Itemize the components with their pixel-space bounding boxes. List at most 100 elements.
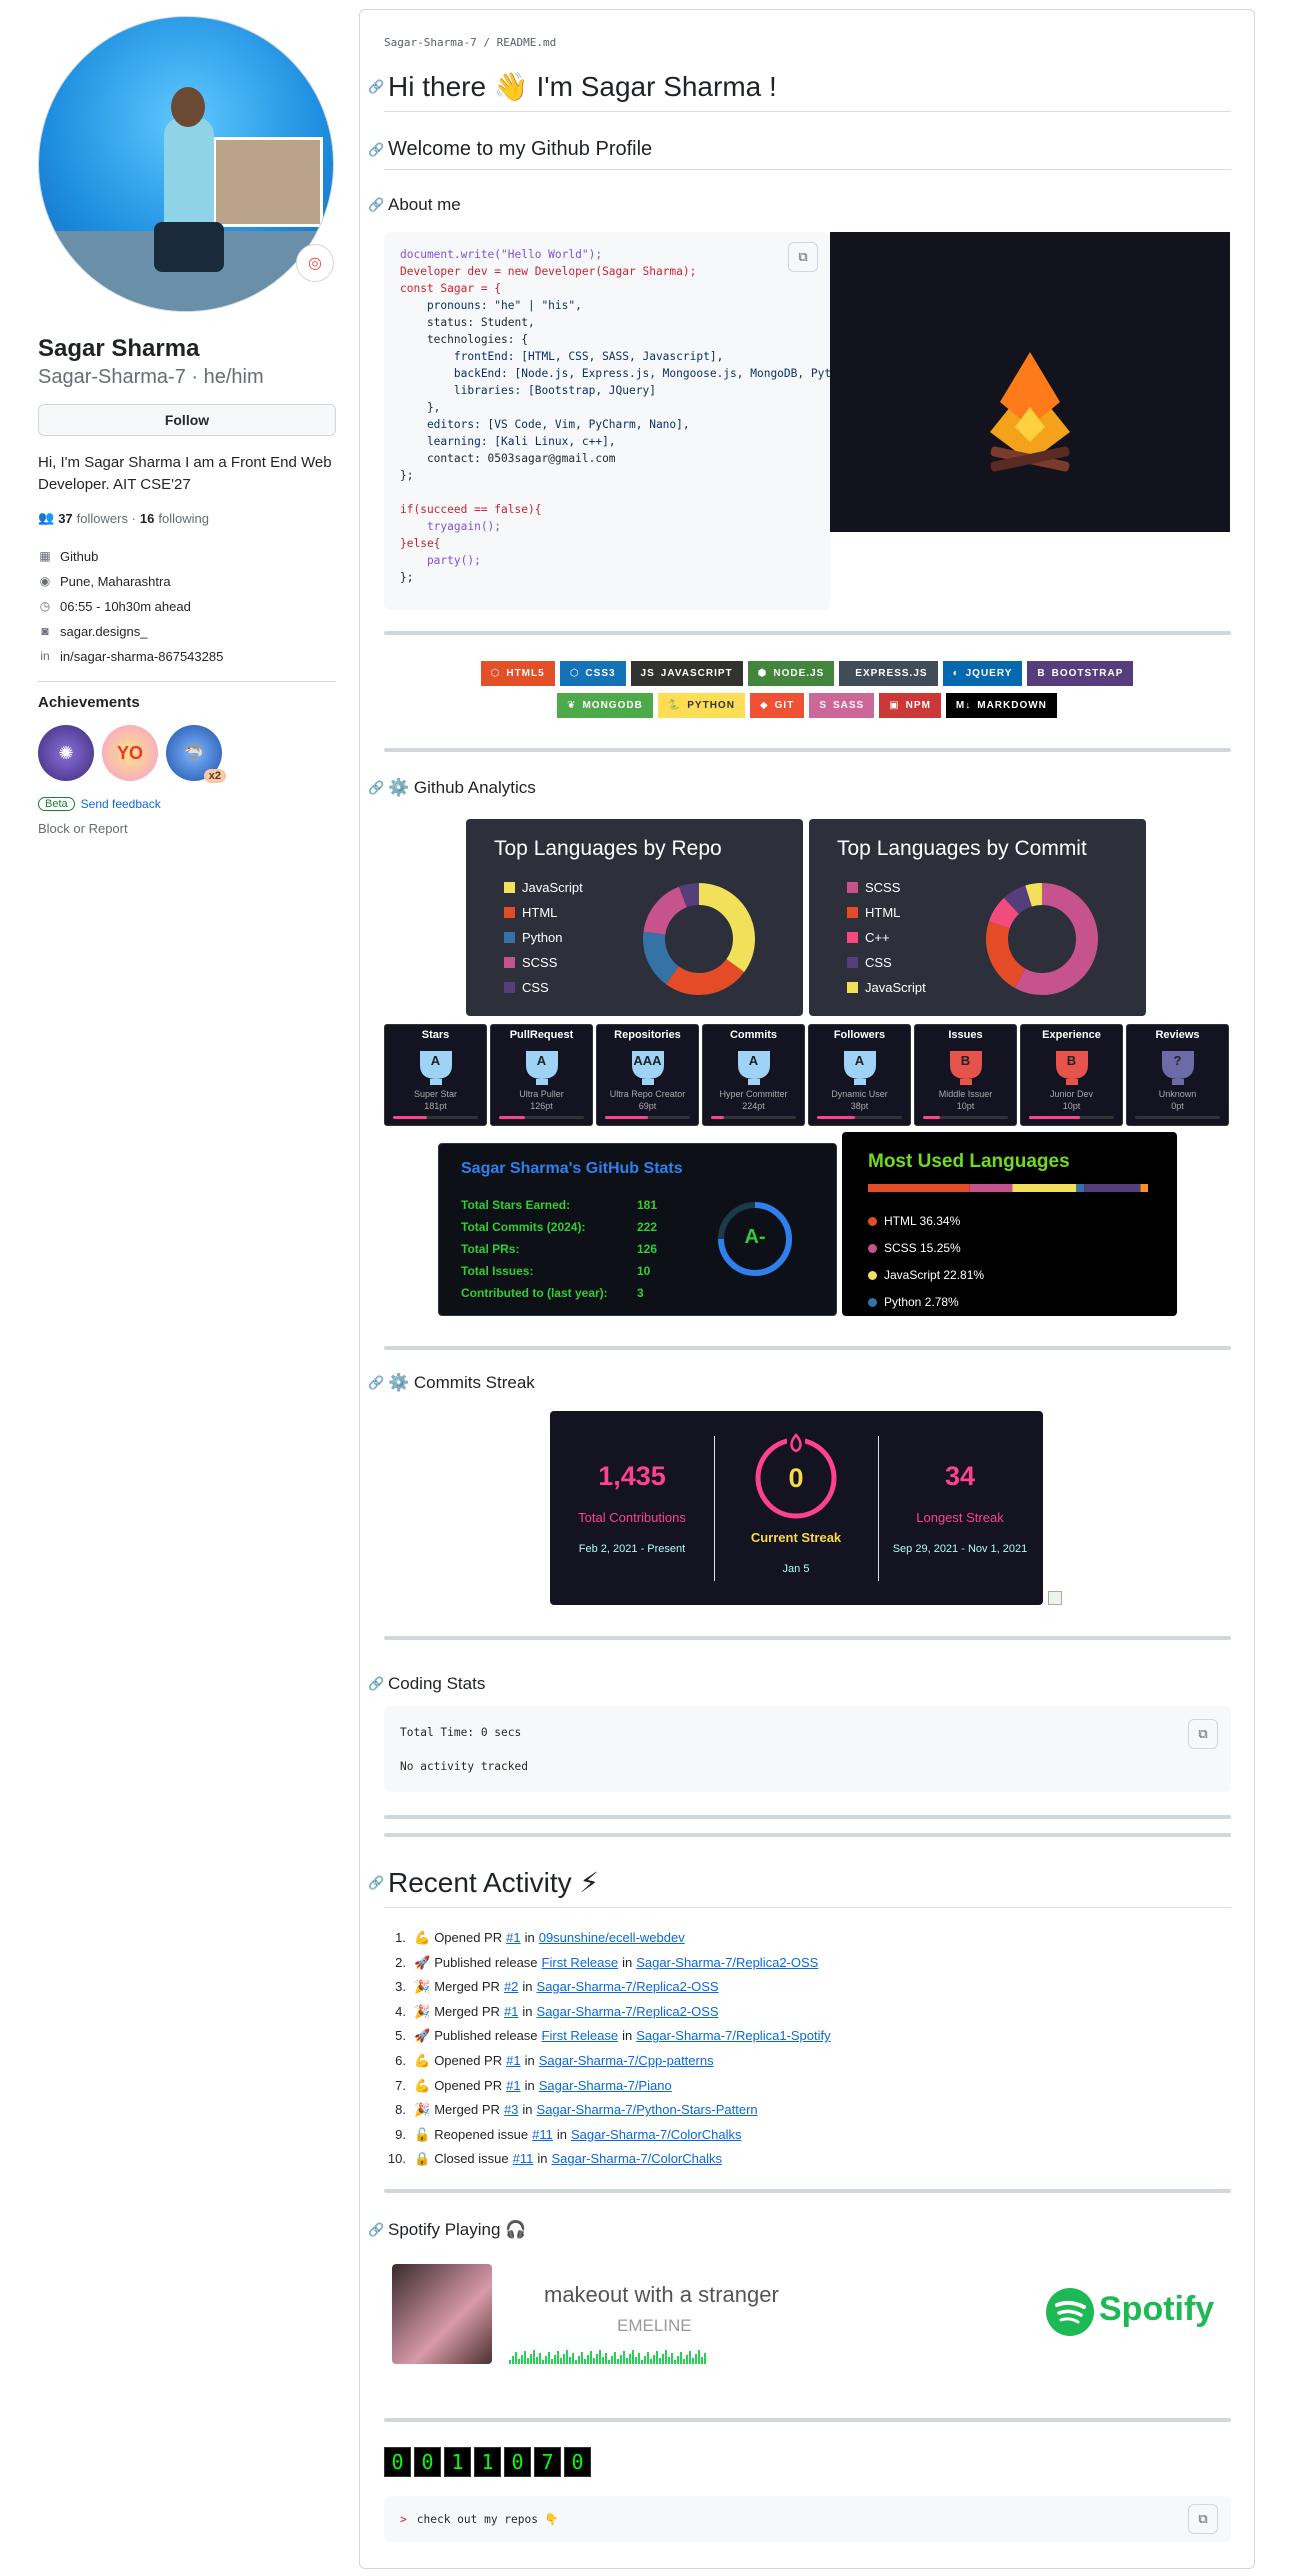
link-icon[interactable]: 🔗 — [368, 197, 384, 213]
copy-code-button[interactable]: ⧉ — [1188, 1719, 1218, 1749]
activity-link[interactable]: First Release — [542, 2024, 619, 2049]
instagram-row[interactable]: ◙ sagar.designs_ — [38, 619, 336, 644]
readme-breadcrumb[interactable]: Sagar-Sharma-7 / README.md — [384, 36, 556, 49]
activity-repo-link[interactable]: Sagar-Sharma-7/Replica2-OSS — [537, 2000, 719, 2025]
heading-analytics-text: ⚙️ Github Analytics — [388, 778, 536, 797]
trophy-progress-fill — [817, 1116, 856, 1119]
skill-icon: S — [819, 700, 827, 711]
github-stats-title: Sagar Sharma's GitHub Stats — [461, 1160, 683, 1177]
wave-bar — [596, 2354, 598, 2364]
trophy-title: Repositories — [614, 1029, 681, 1041]
activity-repo-link[interactable]: Sagar-Sharma-7/ColorChalks — [571, 2123, 742, 2148]
profile-avatar[interactable] — [38, 16, 334, 312]
top-langs-commit-card: Top Languages by Commit SCSS HTML C++ CSS Ja… — [809, 819, 1146, 1016]
activity-link[interactable]: #11 — [532, 2123, 553, 2148]
activity-emoji-icon: 🔓 — [414, 2126, 431, 2142]
status-emoji-icon[interactable]: ◎ — [296, 244, 334, 282]
spotify-card[interactable]: makeout with a stranger EMELINE Spotify — [392, 2264, 1247, 2374]
link-icon[interactable]: 🔗 — [368, 142, 384, 158]
trophy-cup-icon: ? — [1148, 1047, 1208, 1087]
activity-repo-link[interactable]: Sagar-Sharma-7/Python-Stars-Pattern — [537, 2098, 758, 2123]
album-art — [392, 2264, 492, 2364]
shark-badge-icon[interactable]: 🦈 x2 — [166, 725, 226, 783]
copy-code-button[interactable]: ⧉ — [1188, 2504, 1218, 2534]
legend-label: HTML — [865, 905, 901, 920]
yolo-badge-icon[interactable]: YO — [102, 725, 158, 781]
stat-row: Total Commits (2024): 222 — [461, 1216, 657, 1238]
wave-bar — [569, 2357, 571, 2364]
skill-icon: ⬡ — [569, 668, 580, 679]
link-icon[interactable]: 🔗 — [368, 79, 384, 95]
link-icon[interactable]: 🔗 — [368, 1676, 384, 1692]
followers-label[interactable]: followers · — [77, 511, 136, 526]
wave-bar — [695, 2354, 697, 2364]
wave-bar — [617, 2359, 619, 2364]
activity-repo-link[interactable]: Sagar-Sharma-7/Replica2-OSS — [636, 1951, 818, 1976]
wave-bar — [632, 2350, 634, 2364]
activity-repo-link[interactable]: Sagar-Sharma-7/ColorChalks — [551, 2147, 722, 2172]
pull-shark-badge-icon[interactable]: ✺ — [38, 725, 94, 781]
send-feedback-link[interactable]: Send feedback — [81, 797, 161, 811]
total-contributions-label: Total Contributions — [578, 1510, 686, 1525]
heading-analytics: 🔗 ⚙️ Github Analytics — [368, 778, 536, 798]
linkedin-row[interactable]: in in/sagar-sharma-867543285 — [38, 644, 336, 669]
achievements-title[interactable]: Achievements — [38, 694, 336, 711]
wave-bar — [677, 2356, 679, 2364]
activity-emoji-icon: 🚀 — [414, 2028, 431, 2044]
code-line: learning: [Kali Linux, c++], — [400, 435, 616, 448]
activity-link[interactable]: First Release — [542, 1951, 619, 1976]
divider — [384, 1346, 1231, 1350]
coding-stats-block[interactable]: Total Time: 0 secs No activity tracked — [384, 1706, 1231, 1792]
skill-icon: ⬢ — [757, 668, 768, 679]
linkedin-link[interactable]: in/sagar-sharma-867543285 — [60, 644, 223, 669]
trophy-points: 224pt — [742, 1101, 765, 1111]
wave-bar — [656, 2351, 658, 2364]
activity-link[interactable]: #3 — [504, 2098, 518, 2123]
counter-digit: 1 — [474, 2447, 501, 2477]
code-line: status: Student, — [400, 316, 535, 329]
activity-link[interactable]: #2 — [504, 1975, 518, 2000]
counter-digit: 1 — [444, 2447, 471, 2477]
wave-bar — [605, 2353, 607, 2364]
code-line: document.write("Hello World"); — [400, 248, 603, 261]
activity-repo-link[interactable]: 09sunshine/ecell-webdev — [539, 1926, 685, 1951]
most-used-legend: HTML 36.34% SCSS 15.25% JavaScript 22.81% P… — [868, 1208, 1158, 1316]
prompt-block[interactable]: > check out my repos 👇 — [384, 2496, 1231, 2542]
wave-bar — [686, 2355, 688, 2364]
activity-link[interactable]: #1 — [506, 2074, 520, 2099]
heading-streak: 🔗 ⚙️ Commits Streak — [368, 1373, 535, 1393]
activity-number: 1. — [395, 1930, 406, 1945]
link-icon[interactable]: 🔗 — [368, 780, 384, 796]
activity-link[interactable]: #1 — [506, 1926, 520, 1951]
activity-link[interactable]: #11 — [513, 2147, 534, 2172]
skill-icon: B — [1037, 668, 1046, 679]
activity-in: in — [522, 2003, 533, 2019]
activity-number: 5. — [395, 2028, 406, 2044]
activity-repo-link[interactable]: Sagar-Sharma-7/Cpp-patterns — [539, 2049, 714, 2074]
link-icon[interactable]: 🔗 — [368, 1875, 384, 1891]
activity-repo-link[interactable]: Sagar-Sharma-7/Replica1-Spotify — [636, 2024, 830, 2049]
code-line: if(succeed == false){ — [400, 503, 542, 516]
activity-link[interactable]: #1 — [506, 2049, 520, 2074]
code-line: party(); — [400, 554, 481, 567]
counter-digit: 0 — [384, 2447, 411, 2477]
followers-count[interactable]: 37 — [58, 511, 72, 526]
following-label[interactable]: following — [158, 511, 209, 526]
link-icon[interactable]: 🔗 — [368, 2222, 384, 2238]
block-report-link[interactable]: Block or Report — [38, 821, 336, 836]
trophy-progress — [393, 1116, 478, 1119]
activity-repo-link[interactable]: Sagar-Sharma-7/Piano — [539, 2074, 672, 2099]
follow-button[interactable]: Follow — [38, 404, 336, 436]
wave-bar — [554, 2355, 556, 2364]
copy-code-button[interactable]: ⧉ — [788, 242, 818, 272]
activity-link[interactable]: #1 — [504, 2000, 518, 2025]
following-count[interactable]: 16 — [140, 511, 154, 526]
about-code-block[interactable]: document.write("Hello World"); Developer … — [384, 232, 830, 610]
instagram-link[interactable]: sagar.designs_ — [60, 619, 147, 644]
most-used-title: Most Used Languages — [868, 1151, 1070, 1172]
activity-repo-link[interactable]: Sagar-Sharma-7/Replica2-OSS — [537, 1975, 719, 2000]
language-bar-segment — [969, 1184, 1013, 1192]
trophy-card: Reviews? Unknown 0pt — [1126, 1024, 1229, 1126]
trophy-card: Repositories AAA Ultra Repo Creator 69pt — [596, 1024, 699, 1126]
link-icon[interactable]: 🔗 — [368, 1375, 384, 1391]
